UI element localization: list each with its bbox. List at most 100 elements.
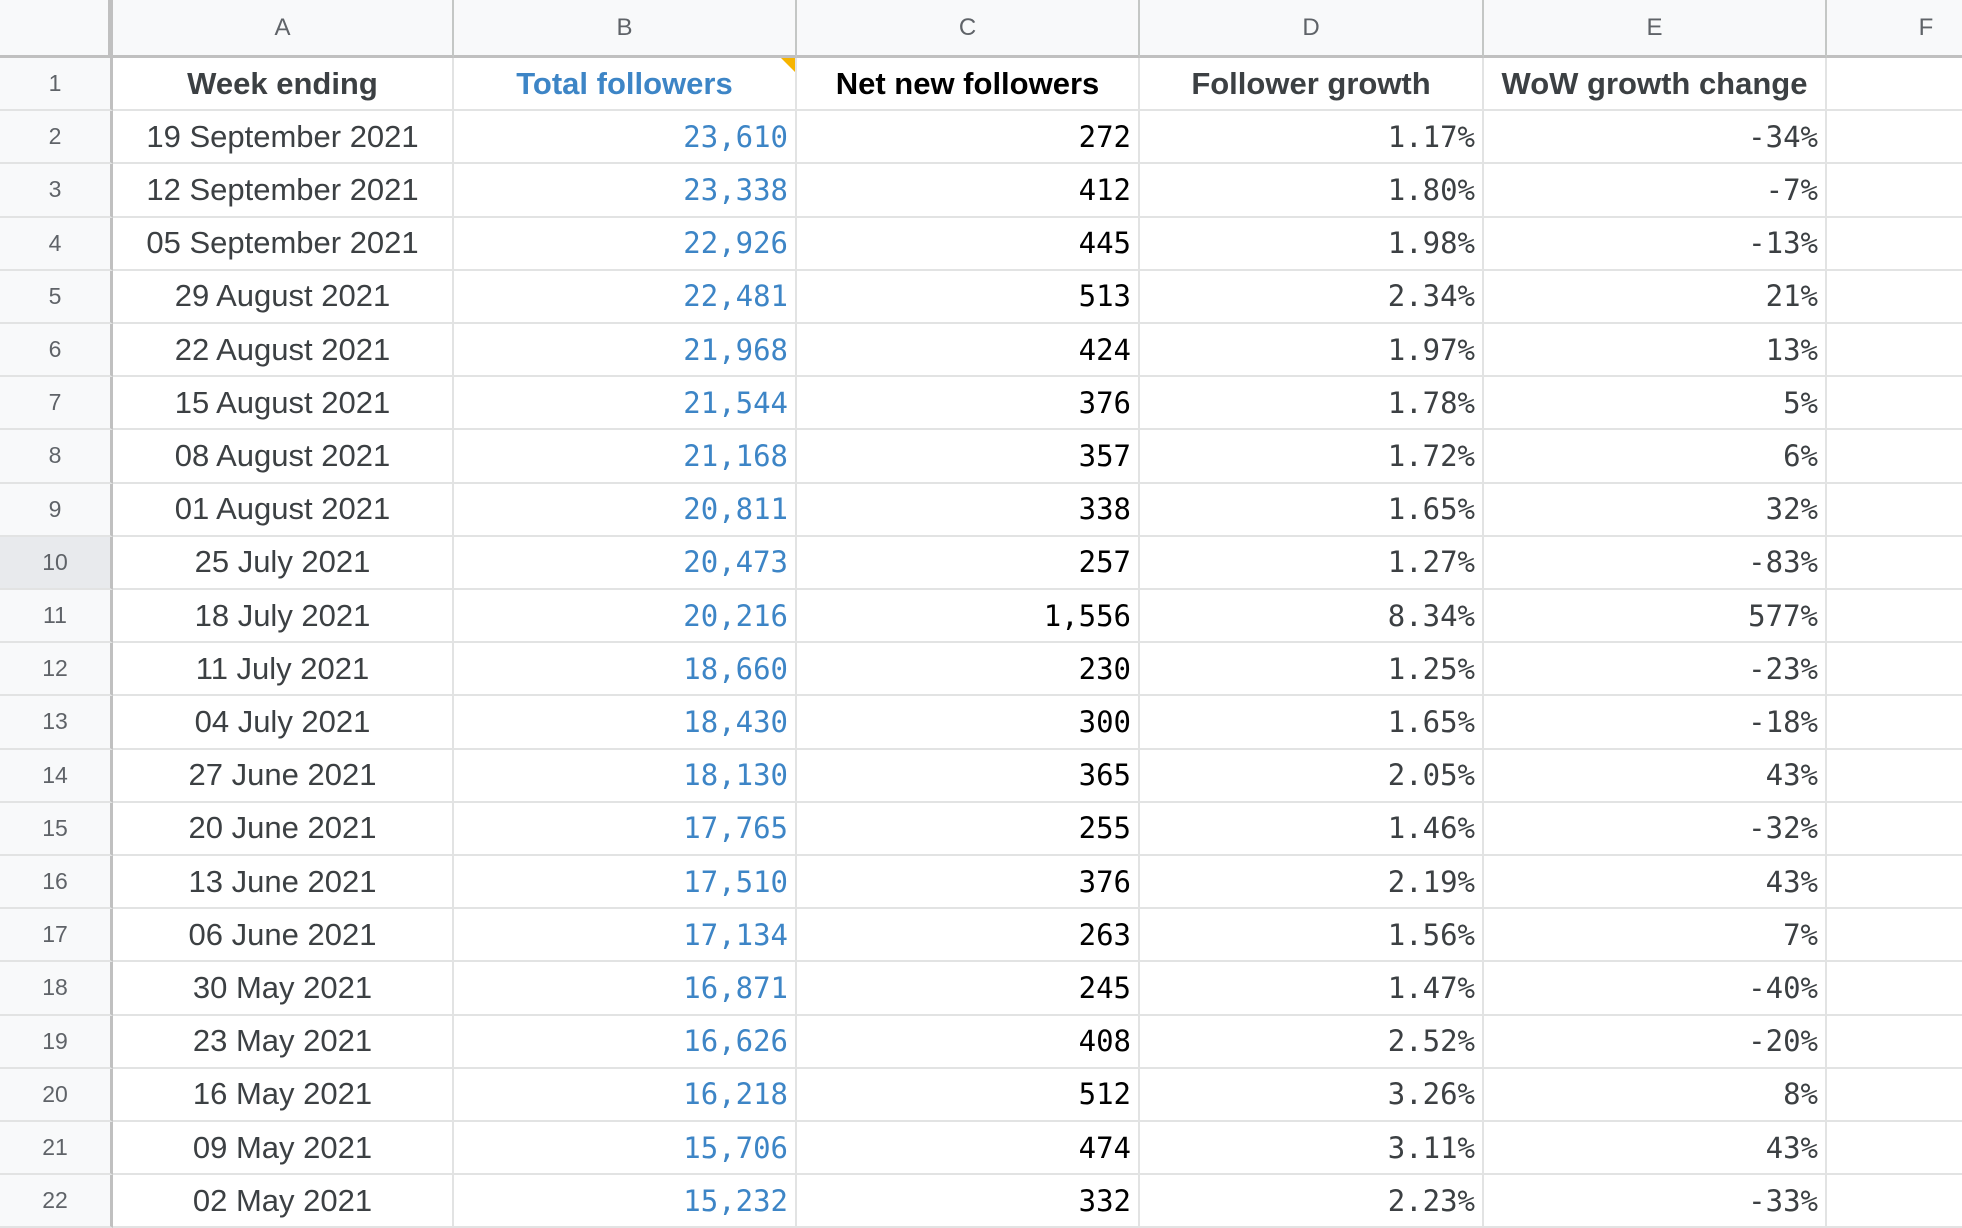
total-followers-cell[interactable]: 16,218 bbox=[454, 1068, 797, 1122]
net-new-followers-cell[interactable]: 255 bbox=[797, 802, 1140, 856]
week-ending-cell[interactable]: 13 June 2021 bbox=[113, 856, 454, 910]
header-total-followers[interactable]: Total followers bbox=[454, 58, 797, 112]
empty-cell-f[interactable] bbox=[1827, 909, 1962, 963]
follower-growth-cell[interactable]: 2.05% bbox=[1140, 749, 1484, 803]
column-header-e[interactable]: E bbox=[1484, 0, 1827, 58]
comment-indicator-icon[interactable] bbox=[781, 58, 795, 72]
wow-growth-change-cell[interactable]: -40% bbox=[1484, 962, 1827, 1016]
row-header[interactable]: 20 bbox=[0, 1068, 113, 1122]
empty-cell-f[interactable] bbox=[1827, 430, 1962, 484]
row-header[interactable]: 15 bbox=[0, 802, 113, 856]
week-ending-cell[interactable]: 09 May 2021 bbox=[113, 1122, 454, 1176]
week-ending-cell[interactable]: 25 July 2021 bbox=[113, 536, 454, 590]
week-ending-cell[interactable]: 16 May 2021 bbox=[113, 1068, 454, 1122]
total-followers-cell[interactable]: 21,544 bbox=[454, 377, 797, 431]
week-ending-cell[interactable]: 18 July 2021 bbox=[113, 590, 454, 644]
empty-cell-f1[interactable] bbox=[1827, 58, 1962, 112]
header-week-ending[interactable]: Week ending bbox=[113, 58, 454, 112]
empty-cell-f[interactable] bbox=[1827, 377, 1962, 431]
total-followers-cell[interactable]: 20,473 bbox=[454, 536, 797, 590]
net-new-followers-cell[interactable]: 376 bbox=[797, 856, 1140, 910]
total-followers-cell[interactable]: 23,338 bbox=[454, 164, 797, 218]
row-header[interactable]: 10 bbox=[0, 536, 113, 590]
row-header[interactable]: 16 bbox=[0, 856, 113, 910]
net-new-followers-cell[interactable]: 338 bbox=[797, 483, 1140, 537]
net-new-followers-cell[interactable]: 424 bbox=[797, 324, 1140, 378]
net-new-followers-cell[interactable]: 474 bbox=[797, 1122, 1140, 1176]
wow-growth-change-cell[interactable]: 7% bbox=[1484, 909, 1827, 963]
empty-cell-f[interactable] bbox=[1827, 1016, 1962, 1069]
empty-cell-f[interactable] bbox=[1827, 1122, 1962, 1176]
net-new-followers-cell[interactable]: 245 bbox=[797, 962, 1140, 1016]
total-followers-cell[interactable]: 18,130 bbox=[454, 749, 797, 803]
wow-growth-change-cell[interactable]: -23% bbox=[1484, 643, 1827, 697]
total-followers-cell[interactable]: 18,430 bbox=[454, 696, 797, 750]
row-header[interactable]: 8 bbox=[0, 430, 113, 484]
total-followers-cell[interactable]: 22,481 bbox=[454, 270, 797, 324]
total-followers-cell[interactable]: 15,706 bbox=[454, 1122, 797, 1176]
week-ending-cell[interactable]: 15 August 2021 bbox=[113, 377, 454, 431]
row-header[interactable]: 17 bbox=[0, 909, 113, 963]
row-header[interactable]: 13 bbox=[0, 696, 113, 750]
row-header[interactable]: 4 bbox=[0, 217, 113, 271]
empty-cell-f[interactable] bbox=[1827, 218, 1962, 271]
empty-cell-f[interactable] bbox=[1827, 696, 1962, 750]
row-header[interactable]: 2 bbox=[0, 111, 113, 165]
follower-growth-cell[interactable]: 2.19% bbox=[1140, 856, 1484, 910]
empty-cell-f[interactable] bbox=[1827, 962, 1962, 1016]
total-followers-cell[interactable]: 17,765 bbox=[454, 802, 797, 856]
week-ending-cell[interactable]: 01 August 2021 bbox=[113, 483, 454, 537]
week-ending-cell[interactable]: 22 August 2021 bbox=[113, 324, 454, 378]
header-follower-growth[interactable]: Follower growth bbox=[1140, 58, 1484, 112]
follower-growth-cell[interactable]: 3.11% bbox=[1140, 1122, 1484, 1176]
net-new-followers-cell[interactable]: 408 bbox=[797, 1015, 1140, 1069]
follower-growth-cell[interactable]: 1.72% bbox=[1140, 430, 1484, 484]
row-header[interactable]: 9 bbox=[0, 483, 113, 537]
follower-growth-cell[interactable]: 1.25% bbox=[1140, 643, 1484, 697]
empty-cell-f[interactable] bbox=[1827, 324, 1962, 378]
row-header[interactable]: 5 bbox=[0, 270, 113, 324]
row-header[interactable]: 11 bbox=[0, 590, 113, 644]
empty-cell-f[interactable] bbox=[1827, 537, 1962, 590]
row-header-1[interactable]: 1 bbox=[0, 58, 113, 112]
row-header[interactable]: 6 bbox=[0, 324, 113, 378]
empty-cell-f[interactable] bbox=[1827, 111, 1962, 165]
column-header-a[interactable]: A bbox=[113, 0, 454, 58]
net-new-followers-cell[interactable]: 376 bbox=[797, 377, 1140, 431]
follower-growth-cell[interactable]: 1.98% bbox=[1140, 217, 1484, 271]
total-followers-cell[interactable]: 21,968 bbox=[454, 324, 797, 378]
week-ending-cell[interactable]: 19 September 2021 bbox=[113, 111, 454, 165]
total-followers-cell[interactable]: 20,811 bbox=[454, 483, 797, 537]
week-ending-cell[interactable]: 27 June 2021 bbox=[113, 749, 454, 803]
week-ending-cell[interactable]: 08 August 2021 bbox=[113, 430, 454, 484]
week-ending-cell[interactable]: 06 June 2021 bbox=[113, 909, 454, 963]
total-followers-cell[interactable]: 17,134 bbox=[454, 909, 797, 963]
row-header[interactable]: 18 bbox=[0, 962, 113, 1016]
follower-growth-cell[interactable]: 1.27% bbox=[1140, 536, 1484, 590]
follower-growth-cell[interactable]: 1.46% bbox=[1140, 802, 1484, 856]
follower-growth-cell[interactable]: 1.65% bbox=[1140, 483, 1484, 537]
total-followers-cell[interactable]: 16,871 bbox=[454, 962, 797, 1016]
follower-growth-cell[interactable]: 1.56% bbox=[1140, 909, 1484, 963]
column-header-b[interactable]: B bbox=[454, 0, 797, 58]
net-new-followers-cell[interactable]: 365 bbox=[797, 749, 1140, 803]
total-followers-cell[interactable]: 16,626 bbox=[454, 1015, 797, 1069]
week-ending-cell[interactable]: 11 July 2021 bbox=[113, 643, 454, 697]
net-new-followers-cell[interactable]: 412 bbox=[797, 164, 1140, 218]
wow-growth-change-cell[interactable]: -18% bbox=[1484, 696, 1827, 750]
row-header[interactable]: 19 bbox=[0, 1015, 113, 1069]
wow-growth-change-cell[interactable]: 6% bbox=[1484, 430, 1827, 484]
wow-growth-change-cell[interactable]: 5% bbox=[1484, 377, 1827, 431]
wow-growth-change-cell[interactable]: -20% bbox=[1484, 1015, 1827, 1069]
header-wow-growth-change[interactable]: WoW growth change bbox=[1484, 58, 1827, 112]
wow-growth-change-cell[interactable]: -32% bbox=[1484, 802, 1827, 856]
wow-growth-change-cell[interactable]: -13% bbox=[1484, 217, 1827, 271]
week-ending-cell[interactable]: 04 July 2021 bbox=[113, 696, 454, 750]
total-followers-cell[interactable]: 17,510 bbox=[454, 856, 797, 910]
total-followers-cell[interactable]: 18,660 bbox=[454, 643, 797, 697]
empty-cell-f[interactable] bbox=[1827, 856, 1962, 910]
empty-cell-f[interactable] bbox=[1827, 643, 1962, 697]
net-new-followers-cell[interactable]: 357 bbox=[797, 430, 1140, 484]
wow-growth-change-cell[interactable]: 43% bbox=[1484, 749, 1827, 803]
net-new-followers-cell[interactable]: 1,556 bbox=[797, 590, 1140, 644]
